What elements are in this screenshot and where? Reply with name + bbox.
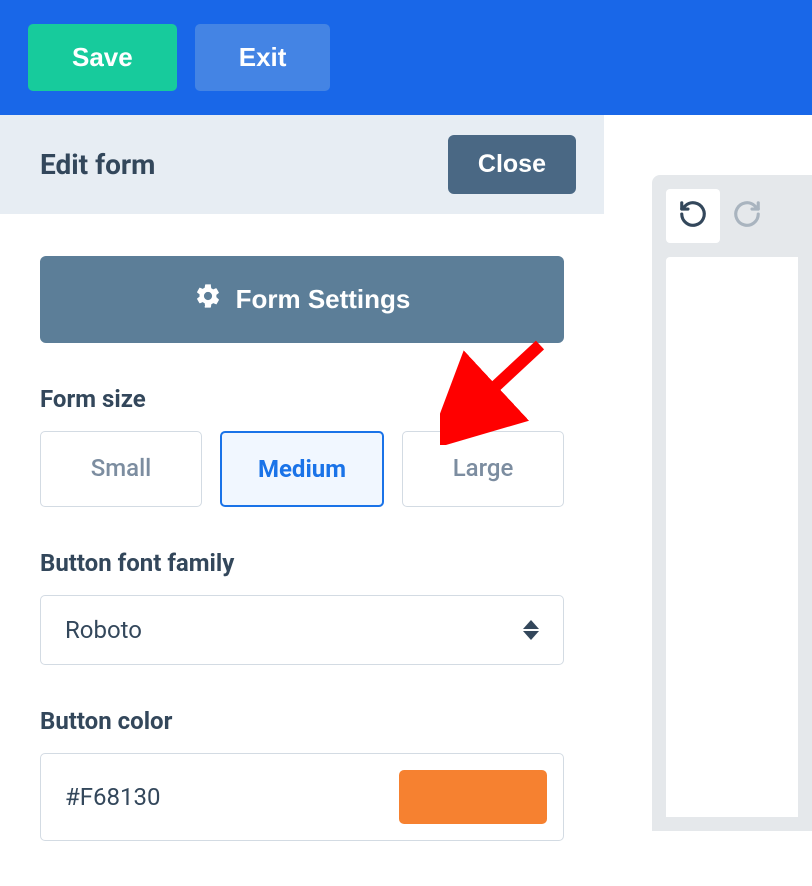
top-bar: Save Exit bbox=[0, 0, 812, 115]
form-size-label: Form size bbox=[40, 385, 564, 413]
select-caret-icon bbox=[523, 620, 539, 640]
panel-header: Edit form Close bbox=[0, 115, 604, 214]
font-family-group: Button font family Roboto bbox=[40, 549, 564, 665]
undo-button[interactable] bbox=[666, 189, 720, 243]
button-color-group: Button color #F68130 bbox=[40, 707, 564, 841]
font-family-value: Roboto bbox=[65, 616, 142, 644]
button-color-label: Button color bbox=[40, 707, 564, 735]
form-size-group: Form size Small Medium Large bbox=[40, 385, 564, 507]
panel-title: Edit form bbox=[40, 148, 155, 181]
form-size-options: Small Medium Large bbox=[40, 431, 564, 507]
size-option-medium[interactable]: Medium bbox=[220, 431, 384, 507]
redo-button[interactable] bbox=[720, 189, 774, 243]
form-settings-label: Form Settings bbox=[236, 284, 411, 315]
main-area: Edit form Close Form Settings Form size … bbox=[0, 115, 812, 873]
save-button[interactable]: Save bbox=[28, 24, 177, 91]
button-color-input[interactable]: #F68130 bbox=[40, 753, 564, 841]
preview-toolbar bbox=[666, 189, 798, 243]
color-swatch[interactable] bbox=[399, 770, 547, 824]
preview-box bbox=[652, 175, 812, 831]
undo-icon bbox=[678, 199, 708, 233]
button-color-value: #F68130 bbox=[65, 783, 160, 811]
edit-form-panel: Edit form Close Form Settings Form size … bbox=[0, 115, 604, 873]
size-option-small[interactable]: Small bbox=[40, 431, 202, 507]
size-option-large[interactable]: Large bbox=[402, 431, 564, 507]
exit-button[interactable]: Exit bbox=[195, 24, 331, 91]
preview-panel bbox=[604, 115, 812, 873]
form-settings-button[interactable]: Form Settings bbox=[40, 256, 564, 343]
gear-icon bbox=[194, 282, 222, 317]
panel-body: Form Settings Form size Small Medium Lar… bbox=[0, 214, 604, 883]
close-button[interactable]: Close bbox=[448, 135, 576, 194]
redo-icon bbox=[732, 199, 762, 233]
font-family-select[interactable]: Roboto bbox=[40, 595, 564, 665]
preview-content bbox=[666, 257, 798, 817]
font-family-label: Button font family bbox=[40, 549, 564, 577]
